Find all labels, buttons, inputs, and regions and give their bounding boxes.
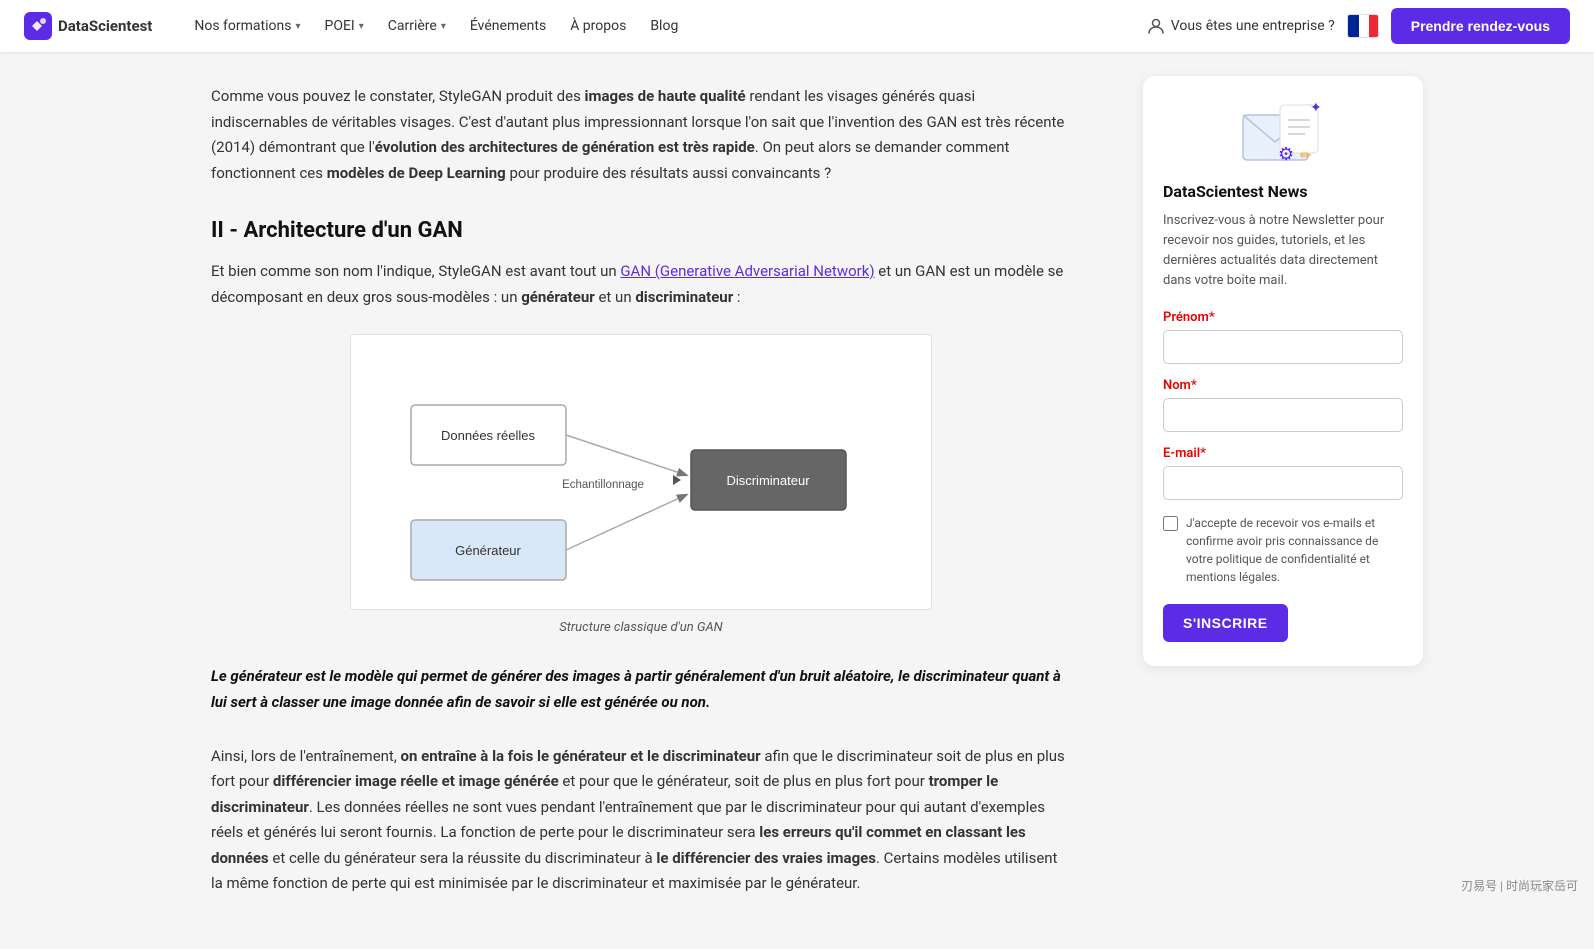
navbar-right: Vous êtes une entreprise ? Prendre rende… <box>1147 8 1570 44</box>
svg-text:Discriminateur: Discriminateur <box>726 473 810 488</box>
navbar-nav: Nos formations ▾ POEI ▾ Carrière ▾ Événe… <box>184 12 1146 40</box>
article-paragraph-2: Ainsi, lors de l'entraînement, on entraî… <box>211 744 1071 897</box>
nav-blog[interactable]: Blog <box>640 12 688 40</box>
article-paragraph-1: Et bien comme son nom l'indique, StyleGA… <box>211 259 1071 310</box>
prenom-input[interactable] <box>1163 330 1403 364</box>
navbar: DataScientest Nos formations ▾ POEI ▾ Ca… <box>0 0 1594 52</box>
svg-text:✦: ✦ <box>1310 100 1322 116</box>
diagram-svg-wrapper: Données réelles Générateur Discriminateu… <box>350 334 932 610</box>
nav-apropos[interactable]: À propos <box>560 12 636 40</box>
watermark: 刃易号 | 时尚玩家岳可 <box>1461 877 1578 894</box>
consent-row: J'accepte de recevoir vos e-mails et con… <box>1163 514 1403 586</box>
language-flag[interactable] <box>1347 14 1379 38</box>
newsletter-icon: ✦ ⚙ ✏ <box>1238 100 1328 170</box>
logo-icon <box>24 12 52 40</box>
chevron-down-icon: ▾ <box>441 21 446 32</box>
prenom-label: Prénom* <box>1163 310 1403 325</box>
gan-link[interactable]: GAN (Generative Adversarial Network) <box>620 262 874 280</box>
nav-evenements[interactable]: Événements <box>460 12 556 40</box>
svg-text:⚙: ⚙ <box>1278 144 1294 165</box>
svg-text:Données réelles: Données réelles <box>441 428 535 443</box>
main-content: Comme vous pouvez le constater, StyleGAN… <box>171 52 1111 949</box>
svg-text:✏: ✏ <box>1300 148 1312 164</box>
svg-text:Générateur: Générateur <box>455 543 521 558</box>
section-title: II - Architecture d'un GAN <box>211 218 1071 243</box>
logo-text: DataScientest <box>58 17 152 35</box>
chevron-down-icon: ▾ <box>359 21 364 32</box>
article-blockquote: Le générateur est le modèle qui permet d… <box>211 663 1071 716</box>
newsletter-title: DataScientest News <box>1163 182 1403 201</box>
subscribe-button[interactable]: S'INSCRIRE <box>1163 604 1288 642</box>
diagram-caption: Structure classique d'un GAN <box>559 620 722 635</box>
gan-diagram: Données réelles Générateur Discriminateu… <box>211 334 1071 635</box>
newsletter-desc: Inscrivez-vous à notre Newsletter pour r… <box>1163 211 1403 292</box>
newsletter-icon-wrapper: ✦ ⚙ ✏ <box>1163 100 1403 170</box>
newsletter-card: ✦ ⚙ ✏ DataScientest News Inscrivez-vous … <box>1143 76 1423 666</box>
person-icon <box>1147 17 1165 35</box>
article-intro: Comme vous pouvez le constater, StyleGAN… <box>211 84 1071 186</box>
svg-text:Echantillonnage: Echantillonnage <box>562 479 644 491</box>
cta-button[interactable]: Prendre rendez-vous <box>1391 8 1570 44</box>
gan-diagram-svg: Données réelles Générateur Discriminateu… <box>391 355 891 585</box>
nav-nos-formations[interactable]: Nos formations ▾ <box>184 12 310 40</box>
enterprise-link[interactable]: Vous êtes une entreprise ? <box>1147 17 1335 35</box>
nom-input[interactable] <box>1163 398 1403 432</box>
chevron-down-icon: ▾ <box>295 21 300 32</box>
nav-poei[interactable]: POEI ▾ <box>315 12 374 40</box>
nav-carriere[interactable]: Carrière ▾ <box>378 12 456 40</box>
nom-label: Nom* <box>1163 378 1403 393</box>
email-input[interactable] <box>1163 466 1403 500</box>
logo[interactable]: DataScientest <box>24 12 152 40</box>
consent-checkbox[interactable] <box>1163 516 1178 531</box>
consent-label: J'accepte de recevoir vos e-mails et con… <box>1186 514 1403 586</box>
page-wrapper: Comme vous pouvez le constater, StyleGAN… <box>147 52 1447 949</box>
sidebar: ✦ ⚙ ✏ DataScientest News Inscrivez-vous … <box>1143 52 1423 666</box>
email-label: E-mail* <box>1163 446 1403 461</box>
